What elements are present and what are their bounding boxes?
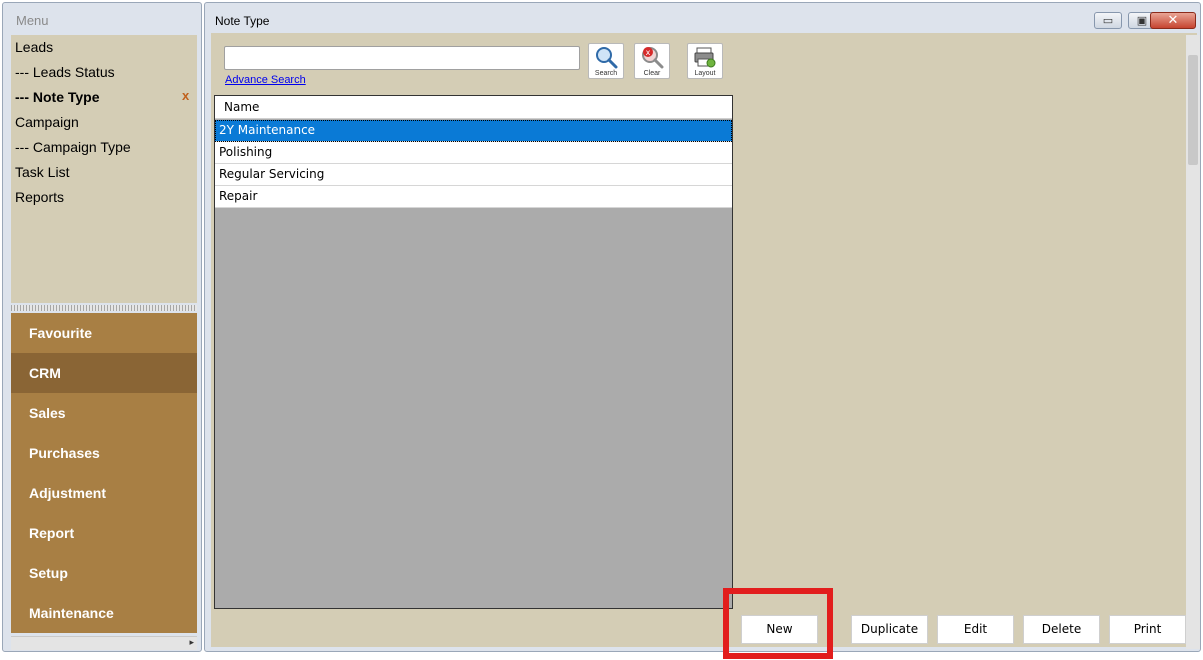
layout-icon (694, 47, 716, 68)
delete-button[interactable]: Delete (1023, 615, 1100, 644)
close-tab-icon[interactable]: x (182, 88, 189, 103)
menu-scrollbar[interactable]: ▸ (11, 636, 197, 650)
menu-list: Leads --- Leads Status --- Note Type Cam… (11, 35, 197, 303)
table-row[interactable]: 2Y Maintenance (215, 120, 732, 142)
module-list: Favourite CRM Sales Purchases Adjustment… (11, 313, 197, 633)
clear-button-label: Clear (643, 70, 661, 77)
menu-item-leads[interactable]: Leads (15, 35, 53, 60)
minimize-button[interactable]: ▭ (1094, 12, 1122, 29)
module-adjustment[interactable]: Adjustment (11, 473, 197, 513)
menu-item-note-type[interactable]: --- Note Type (15, 85, 100, 110)
close-icon: ✕ (1167, 13, 1179, 28)
close-button[interactable]: ✕ (1150, 12, 1196, 29)
row-name: Polishing (219, 145, 273, 159)
menu-item-task-list[interactable]: Task List (15, 160, 69, 185)
search-button[interactable]: Search (588, 43, 624, 79)
row-name: Repair (219, 189, 258, 203)
print-button[interactable]: Print (1109, 615, 1186, 644)
module-favourite[interactable]: Favourite (11, 313, 197, 353)
vertical-scrollbar[interactable] (1186, 35, 1200, 649)
scrollbar-thumb[interactable] (1188, 55, 1198, 165)
row-name: Regular Servicing (219, 167, 325, 181)
application: Menu Leads --- Leads Status --- Note Typ… (0, 0, 1203, 660)
table-row[interactable]: Regular Servicing (215, 164, 732, 186)
module-crm[interactable]: CRM (11, 353, 197, 393)
menu-item-leads-status[interactable]: --- Leads Status (15, 60, 115, 85)
module-purchases[interactable]: Purchases (11, 433, 197, 473)
duplicate-button[interactable]: Duplicate (851, 615, 928, 644)
note-type-window: Note Type ▭ ▣ ✕ Advance Search Search x … (204, 2, 1201, 652)
search-icon (596, 47, 618, 69)
content-area: Advance Search Search x Clear Layout Nam… (211, 33, 1197, 647)
svg-text:x: x (646, 48, 651, 57)
minimize-icon: ▭ (1102, 14, 1114, 27)
grid-header[interactable]: Name (215, 96, 732, 119)
menu-item-reports[interactable]: Reports (15, 185, 64, 210)
note-type-grid: Name 2Y Maintenance Polishing Regular Se… (214, 95, 733, 609)
advance-search-link[interactable]: Advance Search (225, 74, 306, 86)
layout-button-label: Layout (694, 70, 716, 77)
row-name: 2Y Maintenance (219, 123, 316, 137)
layout-button[interactable]: Layout (687, 43, 723, 79)
module-report[interactable]: Report (11, 513, 197, 553)
clear-icon: x (642, 47, 664, 69)
menu-header: Menu (16, 13, 49, 28)
edit-button[interactable]: Edit (937, 615, 1014, 644)
scroll-right-icon[interactable]: ▸ (189, 638, 194, 648)
search-input[interactable] (224, 46, 580, 70)
table-row[interactable]: Polishing (215, 142, 732, 164)
menu-item-campaign-type[interactable]: --- Campaign Type (15, 135, 131, 160)
search-button-label: Search (594, 70, 618, 77)
window-title: Note Type (215, 14, 270, 28)
menu-item-campaign[interactable]: Campaign (15, 110, 79, 135)
column-header-name: Name (224, 100, 260, 114)
module-setup[interactable]: Setup (11, 553, 197, 593)
menu-panel: Menu Leads --- Leads Status --- Note Typ… (2, 2, 202, 652)
panel-splitter[interactable] (11, 305, 197, 311)
clear-button[interactable]: x Clear (634, 43, 670, 79)
module-sales[interactable]: Sales (11, 393, 197, 433)
module-maintenance[interactable]: Maintenance (11, 593, 197, 633)
table-row[interactable]: Repair (215, 186, 732, 208)
new-button[interactable]: New (741, 615, 818, 644)
